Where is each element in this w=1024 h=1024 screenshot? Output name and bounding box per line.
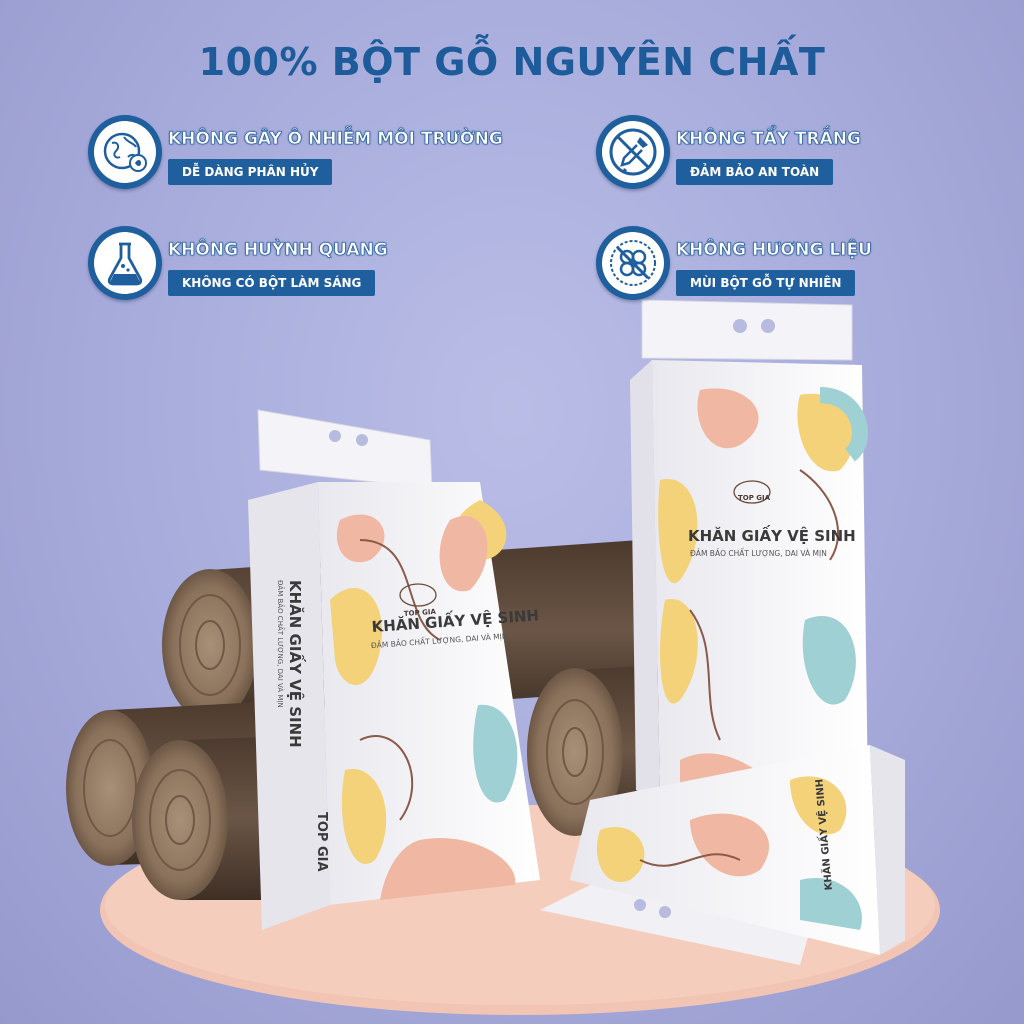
feature-no-bleach: KHÔNG TẨY TRẮNG ĐẢM BẢO AN TOÀN [596, 115, 956, 195]
feature-badge [596, 226, 670, 300]
product-banner: 100% BỘT GỖ NGUYÊN CHẤT KHÔNG GÂY Ô NHIỄ… [0, 0, 1024, 1024]
feature-no-fragrance: KHÔNG HƯƠNG LIỆU MÙI BỘT GỖ TỰ NHIÊN [596, 226, 976, 306]
globe-leaf-icon [103, 132, 147, 172]
feature-title: KHÔNG TẨY TRẮNG [676, 129, 862, 150]
feature-badge [88, 115, 162, 189]
tissue-pack-left [248, 409, 540, 930]
feature-badge [596, 115, 670, 189]
tissue-pack-right [630, 299, 868, 800]
flask-icon [107, 242, 143, 286]
feature-subtitle: KHÔNG CÓ BỘT LÀM SÁNG [168, 270, 376, 296]
no-dropper-icon [609, 128, 657, 176]
feature-subtitle: DỄ DÀNG PHÂN HỦY [168, 159, 333, 185]
feature-no-fluorescent: KHÔNG HUỲNH QUANG KHÔNG CÓ BỘT LÀM SÁNG [88, 226, 508, 306]
page-title: 100% BỘT GỖ NGUYÊN CHẤT [198, 40, 826, 84]
feature-badge [88, 226, 162, 300]
feature-title: KHÔNG HUỲNH QUANG [168, 240, 388, 261]
feature-subtitle: MÙI BỘT GỖ TỰ NHIÊN [676, 270, 856, 296]
feature-title: KHÔNG HƯƠNG LIỆU [676, 240, 873, 261]
feature-title: KHÔNG GÂY Ô NHIỄM MÔI TRƯỜNG [168, 129, 503, 150]
feature-subtitle: ĐẢM BẢO AN TOÀN [676, 159, 834, 185]
no-fragrance-icon [610, 240, 656, 286]
feature-eco: KHÔNG GÂY Ô NHIỄM MÔI TRƯỜNG DỄ DÀNG PHÂ… [88, 115, 528, 195]
